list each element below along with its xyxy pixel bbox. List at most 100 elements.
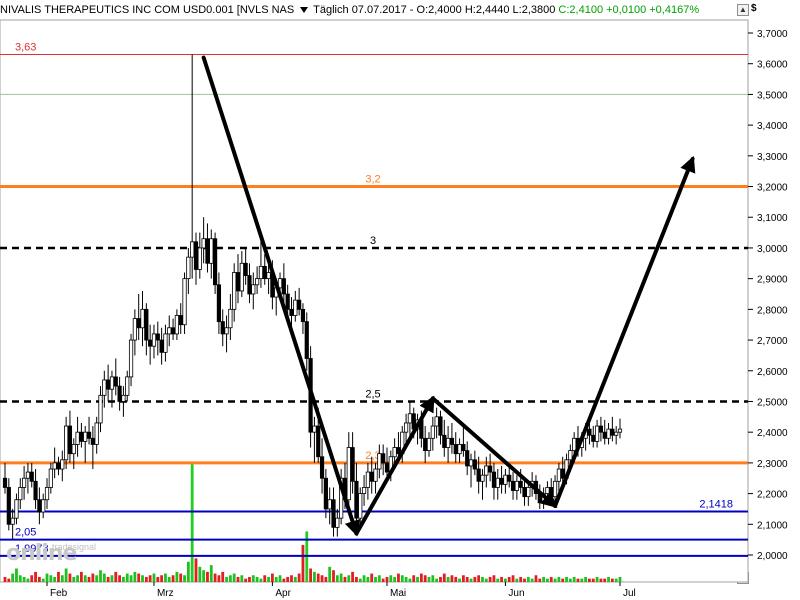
candle-body bbox=[21, 477, 27, 488]
candle-body bbox=[556, 468, 561, 482]
volume-bar bbox=[114, 571, 118, 582]
y-tick-label: 2,5000 bbox=[757, 397, 788, 408]
volume-bar bbox=[362, 575, 366, 582]
candle-body bbox=[14, 499, 19, 519]
y-tick-label: 2,7000 bbox=[757, 336, 788, 347]
volume-bar bbox=[60, 575, 64, 582]
volume-bar bbox=[442, 573, 446, 582]
candle-body bbox=[79, 431, 84, 442]
candle-body bbox=[163, 333, 168, 353]
candle-body bbox=[182, 278, 187, 326]
volume-bar bbox=[408, 578, 412, 582]
x-tick-label: Jun bbox=[508, 588, 524, 599]
candle-body bbox=[201, 238, 206, 249]
volume-bar bbox=[519, 576, 523, 582]
volume-bar bbox=[49, 575, 53, 582]
volume-bar bbox=[450, 575, 454, 582]
y-tick-label: 2,4000 bbox=[757, 428, 788, 439]
volume-bar bbox=[118, 575, 121, 582]
volume-bar bbox=[507, 576, 511, 582]
candle-body bbox=[365, 471, 370, 488]
candle-body bbox=[381, 453, 386, 464]
volume-bar bbox=[561, 578, 565, 582]
volume-bar bbox=[599, 578, 603, 582]
volume-bar bbox=[332, 570, 335, 582]
y-tick-label: 2,9000 bbox=[757, 275, 788, 286]
candle-body bbox=[526, 487, 531, 498]
volume-bar bbox=[255, 576, 259, 582]
volume-bar bbox=[164, 573, 167, 582]
candle-body bbox=[327, 499, 332, 510]
y-tick-label: 2,6000 bbox=[757, 367, 788, 378]
candle-body bbox=[148, 339, 153, 347]
volume-bar bbox=[206, 571, 209, 582]
y-tick-label: 3,4000 bbox=[757, 121, 788, 132]
candle-body bbox=[285, 293, 290, 310]
volume-bar bbox=[129, 575, 133, 582]
candle-body bbox=[255, 278, 260, 286]
candle-body bbox=[262, 265, 267, 280]
volume-bar bbox=[614, 578, 618, 582]
candle-body bbox=[102, 379, 107, 396]
candle-body bbox=[44, 487, 50, 501]
volume-bar bbox=[412, 575, 416, 582]
candle-body bbox=[52, 462, 57, 470]
volume-bar bbox=[431, 575, 435, 582]
candle-body bbox=[190, 241, 195, 258]
volume-bar bbox=[198, 566, 202, 582]
candle-body bbox=[572, 437, 577, 452]
volume-bar bbox=[343, 576, 347, 582]
candle-body bbox=[361, 487, 367, 494]
level-label: 3 bbox=[370, 235, 376, 247]
volume-bar bbox=[37, 576, 41, 582]
candle-body bbox=[132, 318, 137, 341]
candle-body bbox=[346, 447, 351, 501]
volume-bar bbox=[290, 575, 293, 582]
volume-bar bbox=[26, 578, 30, 582]
volume-bar bbox=[160, 575, 164, 582]
volume-bar bbox=[435, 578, 439, 582]
candle-body bbox=[121, 394, 126, 402]
candle-body bbox=[591, 434, 596, 442]
volume-bar bbox=[328, 566, 332, 582]
candle-body bbox=[212, 238, 218, 286]
volume-bar bbox=[309, 568, 312, 582]
candle-body bbox=[373, 468, 378, 482]
volume-bar bbox=[538, 578, 542, 582]
volume-bar bbox=[488, 576, 492, 582]
candle-body bbox=[484, 465, 489, 476]
volume-bar bbox=[416, 576, 419, 582]
candle-body bbox=[98, 394, 103, 424]
candle-body bbox=[377, 453, 382, 470]
candle-body bbox=[426, 437, 432, 452]
volume-bar bbox=[370, 573, 374, 582]
candle-body bbox=[224, 327, 229, 335]
candle-body bbox=[29, 471, 34, 482]
volume-bar bbox=[240, 575, 244, 582]
candle-body bbox=[407, 413, 413, 424]
volume-bar bbox=[171, 575, 175, 582]
y-tick-label: 3,5000 bbox=[757, 90, 788, 101]
volume-bar bbox=[385, 576, 389, 582]
candle-body bbox=[423, 437, 428, 452]
candle-body bbox=[323, 477, 328, 510]
candle-body bbox=[281, 278, 286, 295]
volume-bar bbox=[355, 576, 358, 582]
candle-body bbox=[18, 487, 23, 501]
volume-bar bbox=[473, 576, 477, 582]
candle-body bbox=[472, 459, 477, 470]
candle-body bbox=[193, 241, 199, 270]
volume-bar bbox=[232, 573, 236, 582]
volume-bar bbox=[339, 573, 343, 582]
candle-body bbox=[86, 431, 92, 439]
candle-body bbox=[258, 265, 264, 280]
level-label: 2,1418 bbox=[699, 498, 733, 510]
candle-body bbox=[41, 499, 46, 513]
y-tick-label: 3,3000 bbox=[757, 152, 788, 163]
volume-bar bbox=[22, 576, 26, 582]
volume-bar bbox=[286, 576, 290, 582]
candle-body bbox=[300, 308, 306, 323]
y-tick-label: 3,0000 bbox=[757, 244, 788, 255]
candle-body bbox=[136, 318, 141, 329]
volume-bar bbox=[335, 575, 339, 582]
